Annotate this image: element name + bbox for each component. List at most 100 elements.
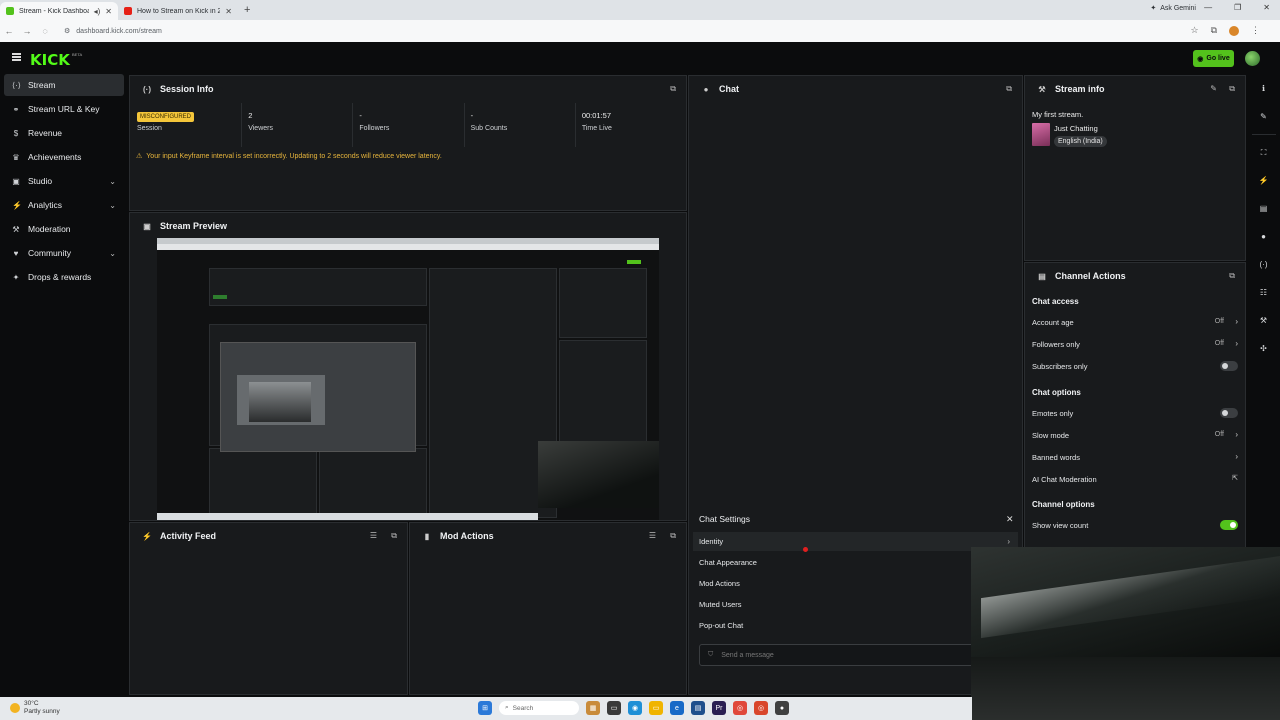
chevron-down-icon[interactable]: ⌄ [109,201,116,210]
subscribers-only-toggle[interactable] [1220,361,1238,371]
sidebar-item-revenue[interactable]: $ Revenue [4,122,124,144]
popout-icon[interactable]: ⧉ [1229,271,1235,281]
puzzle-icon[interactable]: ✣ [1255,340,1272,357]
popout-icon[interactable]: ⧉ [1006,84,1012,94]
copilot-icon[interactable]: ◉ [628,701,642,715]
go-live-button[interactable]: ◉ Go live [1193,50,1234,67]
panel-header: ▣ Stream Preview [130,213,686,239]
browser-tab-youtube[interactable]: How to Stream on Kick in 2024 ✕ [118,2,238,20]
new-tab-button[interactable]: + [244,4,250,16]
emotes-only-toggle[interactable] [1220,408,1238,418]
audio-icon[interactable]: ◂) [94,7,101,16]
chevron-down-icon[interactable]: ⌄ [109,177,116,186]
forward-icon[interactable]: → [18,26,36,36]
task-view-icon[interactable]: ▭ [607,701,621,715]
popout-icon[interactable]: ⧉ [670,84,676,94]
url-field[interactable]: ⚙ dashboard.kick.com/stream [64,27,162,36]
row-ai-chat-moderation[interactable]: AI Chat Moderation ⇱ [1032,475,1238,487]
sidebar-item-community[interactable]: ♥ Community ⌄ [4,242,124,264]
row-followers-only[interactable]: Followers only Off › [1032,339,1238,352]
taskbar-search[interactable]: ⌕ Search [499,701,579,715]
edit-pencil-icon[interactable]: ✎ [1210,84,1217,93]
stat-label: Time Live [581,125,612,132]
close-icon[interactable]: ✕ [1006,514,1014,525]
sidebar-item-label: Stream [28,80,56,90]
stat-value: 2 [248,111,253,120]
popout-icon[interactable]: ⧉ [391,531,397,541]
sidebar-nav: ⟨·⟩ Stream ⚭ Stream URL & Key $ Revenue … [0,74,128,700]
start-icon[interactable]: ⊞ [478,701,492,715]
wrench-icon[interactable]: ⚒ [1255,312,1272,329]
chevron-down-icon[interactable]: ⌄ [109,249,116,258]
broadcast-icon[interactable]: (·) [1255,256,1272,273]
bolt-icon[interactable]: ⚡ [1255,172,1272,189]
extensions-icon[interactable]: ⧉ [1211,25,1217,36]
browser-tab-kick[interactable]: Stream - Kick Dashboard ◂) ✕ [0,2,118,20]
sidebar-item-moderation[interactable]: ⚒ Moderation [4,218,124,240]
filter-icon[interactable]: ☰ [649,531,656,540]
close-tab-icon[interactable]: ✕ [105,7,112,16]
chat-settings-muted-users[interactable]: Muted Users [693,595,1018,614]
profile-avatar[interactable] [1229,25,1239,36]
browser-menu-icon[interactable]: ⋮ [1251,25,1260,36]
loading-icon[interactable]: ◌ [36,26,54,36]
session-stats: MISCONFIGURED Session 2 Viewers - Follow… [131,103,687,147]
chat-bubble-icon[interactable]: ● [1255,228,1272,245]
row-slow-mode[interactable]: Slow mode Off › [1032,430,1238,443]
sidebar-item-label: Studio [28,176,53,186]
row-label: Account age [1032,318,1074,327]
back-icon[interactable]: ← [0,26,18,36]
kick-logo[interactable]: KICK [30,51,70,69]
popout-icon[interactable]: ⧉ [670,531,676,541]
chat-message-input[interactable]: ⛉ Send a message [699,644,999,666]
sliders-icon[interactable]: ☷ [1255,284,1272,301]
panel-title: Stream info [1055,84,1105,94]
maximize-icon[interactable]: ❐ [1234,3,1241,12]
edge-icon[interactable]: e [670,701,684,715]
stream-preview-video[interactable] [157,238,659,520]
sidebar-item-drops-rewards[interactable]: ✦ Drops & rewards [4,266,124,288]
minimize-icon[interactable]: — [1204,3,1212,12]
document-icon[interactable]: ▤ [1255,200,1272,217]
weather-widget[interactable]: 30°C Partly sunny [10,700,60,716]
show-view-count-toggle[interactable] [1220,520,1238,530]
edit-pencil-icon[interactable]: ✎ [1255,108,1272,125]
sidebar-item-label: Revenue [28,128,63,138]
popout-icon[interactable]: ⧉ [1229,84,1235,94]
stat-sub-counts: - Sub Counts [465,103,576,147]
sidebar-item-analytics[interactable]: ⚡ Analytics ⌄ [4,194,124,216]
chrome-icon[interactable]: ◎ [733,701,747,715]
info-icon[interactable]: ℹ [1255,80,1272,97]
obs-icon[interactable]: ● [775,701,789,715]
sidebar-item-stream-url-key[interactable]: ⚭ Stream URL & Key [4,98,124,120]
panel-header: ▮ Mod Actions [410,523,686,549]
chat-settings-identity[interactable]: Identity › [693,532,1018,551]
bookmark-star-icon[interactable]: ☆ [1190,25,1198,36]
panel-title: Session Info [160,84,214,94]
stat-label: Followers [359,125,390,132]
chat-settings-mod-actions[interactable]: Mod Actions [693,574,1018,593]
activity-feed-panel: ⚡ Activity Feed ☰ ⧉ [129,522,408,695]
hamburger-menu-icon[interactable] [12,53,21,61]
close-window-icon[interactable]: ✕ [1263,3,1270,12]
filter-icon[interactable]: ☰ [370,531,377,540]
sidebar-item-achievements[interactable]: ♛ Achievements [4,146,124,168]
sidebar-item-stream[interactable]: ⟨·⟩ Stream [4,74,124,96]
ask-gemini-button[interactable]: ✦ Ask Gemini [1150,4,1196,13]
premiere-icon[interactable]: Pr [712,701,726,715]
row-banned-words[interactable]: Banned words › [1032,452,1238,465]
file-explorer-icon[interactable]: ▭ [649,701,663,715]
user-avatar[interactable] [1245,51,1260,66]
row-account-age[interactable]: Account age Off › [1032,317,1238,330]
close-tab-icon[interactable]: ✕ [225,7,232,16]
chrome-alt-icon[interactable]: ◎ [754,701,768,715]
app-icon[interactable]: ▦ [586,701,600,715]
mouse-cursor [803,547,808,552]
stat-viewers: 2 Viewers [242,103,354,147]
store-icon[interactable]: ▤ [691,701,705,715]
chat-settings-popout-chat[interactable]: Pop-out Chat [693,616,1018,635]
site-info-icon[interactable]: ⚙ [64,27,70,35]
sidebar-item-studio[interactable]: ▣ Studio ⌄ [4,170,124,192]
fullscreen-icon[interactable]: ⛶ [1255,144,1272,161]
chat-settings-appearance[interactable]: Chat Appearance [693,553,1018,572]
